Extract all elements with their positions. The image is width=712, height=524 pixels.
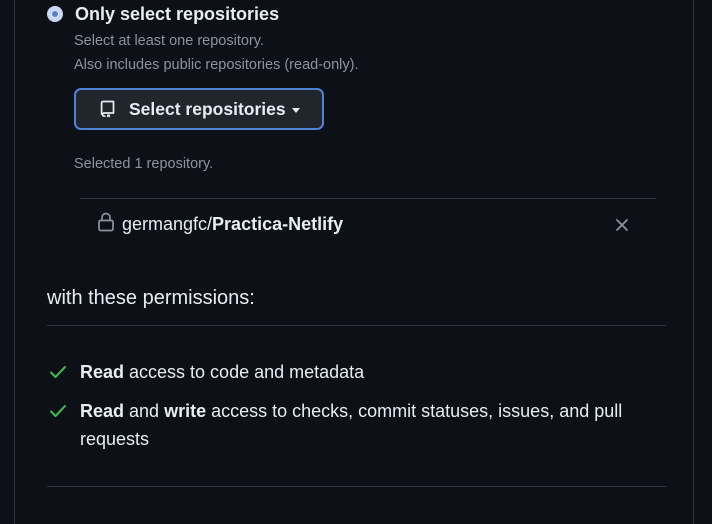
only-select-repos-label[interactable]: Only select repositories <box>75 4 279 25</box>
remove-repo-close-icon[interactable] <box>614 217 630 233</box>
permission-item-checks-issues: Read and write access to checks, commit … <box>80 397 655 453</box>
permission-text: and <box>124 401 165 421</box>
permission-write-bold: write <box>164 401 207 421</box>
public-repos-hint: Also includes public repositories (read-… <box>74 57 359 73</box>
repo-name: Practica-Netlify <box>212 214 344 234</box>
check-icon <box>49 403 67 419</box>
bottom-divider <box>47 486 666 487</box>
permission-read-bold: Read <box>80 401 125 421</box>
select-hint: Select at least one repository. <box>74 33 264 49</box>
repo-full-name: germangfc/Practica-Netlify <box>122 214 343 235</box>
select-repositories-label: Select repositories <box>129 98 286 119</box>
chevron-down-icon <box>291 107 300 113</box>
permission-item-code-metadata: Read access to code and metadata <box>80 358 655 386</box>
permission-read-bold: Read <box>80 362 125 382</box>
check-icon <box>49 364 67 380</box>
repo-icon <box>100 100 116 118</box>
permissions-divider <box>47 325 666 326</box>
lock-icon <box>97 212 115 232</box>
only-select-repos-radio[interactable] <box>47 6 63 22</box>
permissions-heading: with these permissions: <box>47 287 255 309</box>
select-repositories-button[interactable]: Select repositories <box>74 88 324 130</box>
selected-count: Selected 1 repository. <box>74 156 214 172</box>
repo-owner: germangfc/ <box>122 214 213 234</box>
permission-text: access to code and metadata <box>124 362 365 382</box>
selected-repo-row: germangfc/Practica-Netlify <box>80 198 656 251</box>
